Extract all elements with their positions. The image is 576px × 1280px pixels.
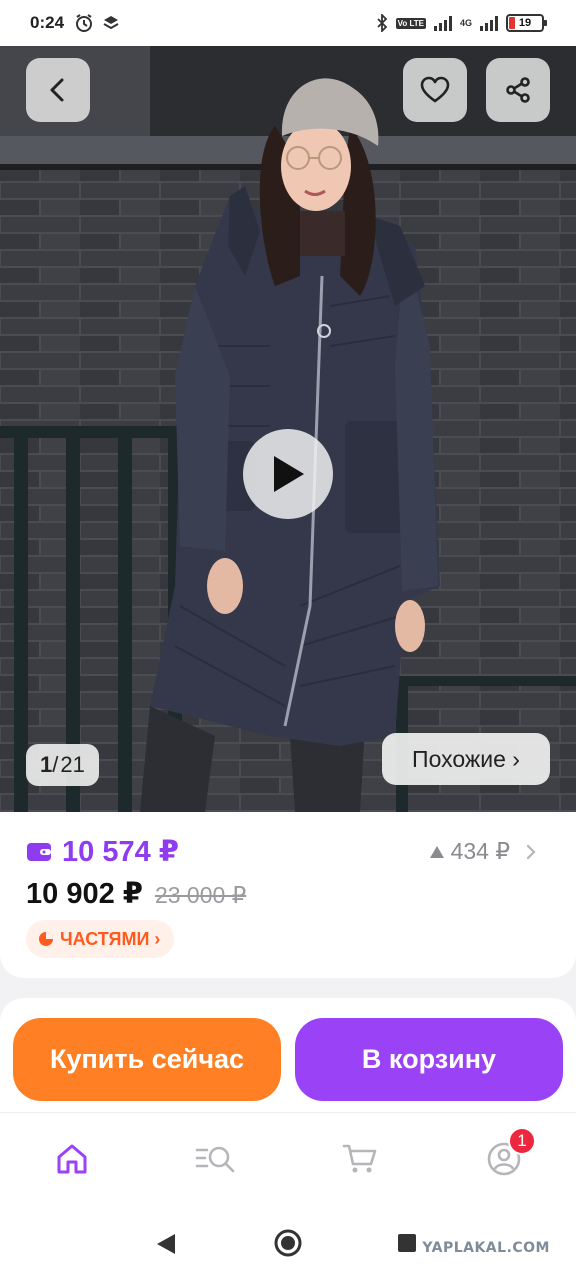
wallet-price: 10 574 ₽ (62, 836, 179, 868)
current-price: 10 902 ₽ (26, 878, 143, 910)
wallet-icon (27, 842, 51, 861)
heart-icon (420, 76, 450, 103)
buy-now-button[interactable]: Купить сейчас (13, 1018, 281, 1101)
nav-profile[interactable]: 1 (482, 1127, 536, 1181)
chevron-right-icon (526, 844, 536, 859)
alarm-icon (76, 14, 93, 32)
wallet-price-row[interactable]: 10 574 ₽ (26, 834, 179, 869)
battery-icon: 19 (506, 14, 547, 32)
chevron-left-icon (50, 78, 64, 102)
signal-bars-icon (433, 15, 452, 31)
main-price-row: 10 902 ₽ 23 000 ₽ (26, 876, 246, 911)
cart-icon (342, 1144, 377, 1173)
system-back-icon[interactable] (155, 1232, 177, 1256)
nav-cart[interactable] (338, 1137, 382, 1181)
pie-chart-icon (39, 932, 53, 946)
battery-level: 19 (518, 17, 532, 29)
back-button[interactable] (26, 58, 90, 122)
image-counter: 1/ 21 (26, 744, 99, 786)
action-panel: Купить сейчас В корзину (0, 998, 576, 1112)
installments-label: ЧАСТЯМИ › (60, 928, 161, 949)
image-counter-current: 1 (40, 752, 53, 777)
layers-icon (103, 16, 119, 30)
nav-catalog[interactable] (193, 1137, 237, 1181)
system-recents-icon[interactable] (397, 1233, 417, 1253)
product-photo[interactable]: 1/ 21 Похожие › (0, 46, 576, 812)
add-to-cart-button[interactable]: В корзину (295, 1018, 563, 1101)
status-bar: 0:24 Vo LTE 4G 19 (0, 0, 576, 46)
profile-notification-badge: 1 (508, 1127, 536, 1155)
price-drop-value: 434 ₽ (450, 838, 510, 864)
similar-products-button[interactable]: Похожие › (382, 733, 550, 785)
price-drop-row[interactable]: 434 ₽ (429, 838, 538, 865)
favorite-button[interactable] (403, 58, 467, 122)
similar-label: Похожие › (412, 745, 520, 772)
bluetooth-icon (376, 14, 387, 32)
old-price: 23 000 ₽ (154, 882, 247, 908)
home-icon (57, 1144, 87, 1174)
system-home-icon[interactable] (273, 1228, 303, 1258)
status-time: 0:24 (30, 13, 65, 32)
share-button[interactable] (486, 58, 550, 122)
nav-home[interactable] (50, 1137, 94, 1181)
volte-badge: Vo LTE (395, 17, 426, 29)
price-card: 10 574 ₽ 434 ₽ 10 902 ₽ 23 000 ₽ ЧАСТЯМИ… (0, 812, 576, 978)
installments-badge[interactable]: ЧАСТЯМИ › (26, 920, 175, 958)
signal-bars-2-icon (480, 15, 498, 31)
network-type: 4G (459, 18, 472, 28)
play-video-button[interactable] (243, 429, 333, 519)
catalog-search-icon (195, 1146, 235, 1173)
share-icon (506, 77, 530, 103)
status-left-icons (74, 13, 120, 33)
bottom-nav: 1 (0, 1112, 576, 1204)
play-icon (274, 456, 304, 492)
image-counter-total: 21 (60, 752, 85, 777)
watermark: YAPLAKAL.COM (422, 1240, 550, 1256)
triangle-up-icon (429, 845, 444, 858)
status-right-icons: Vo LTE 4G 19 (376, 14, 547, 32)
